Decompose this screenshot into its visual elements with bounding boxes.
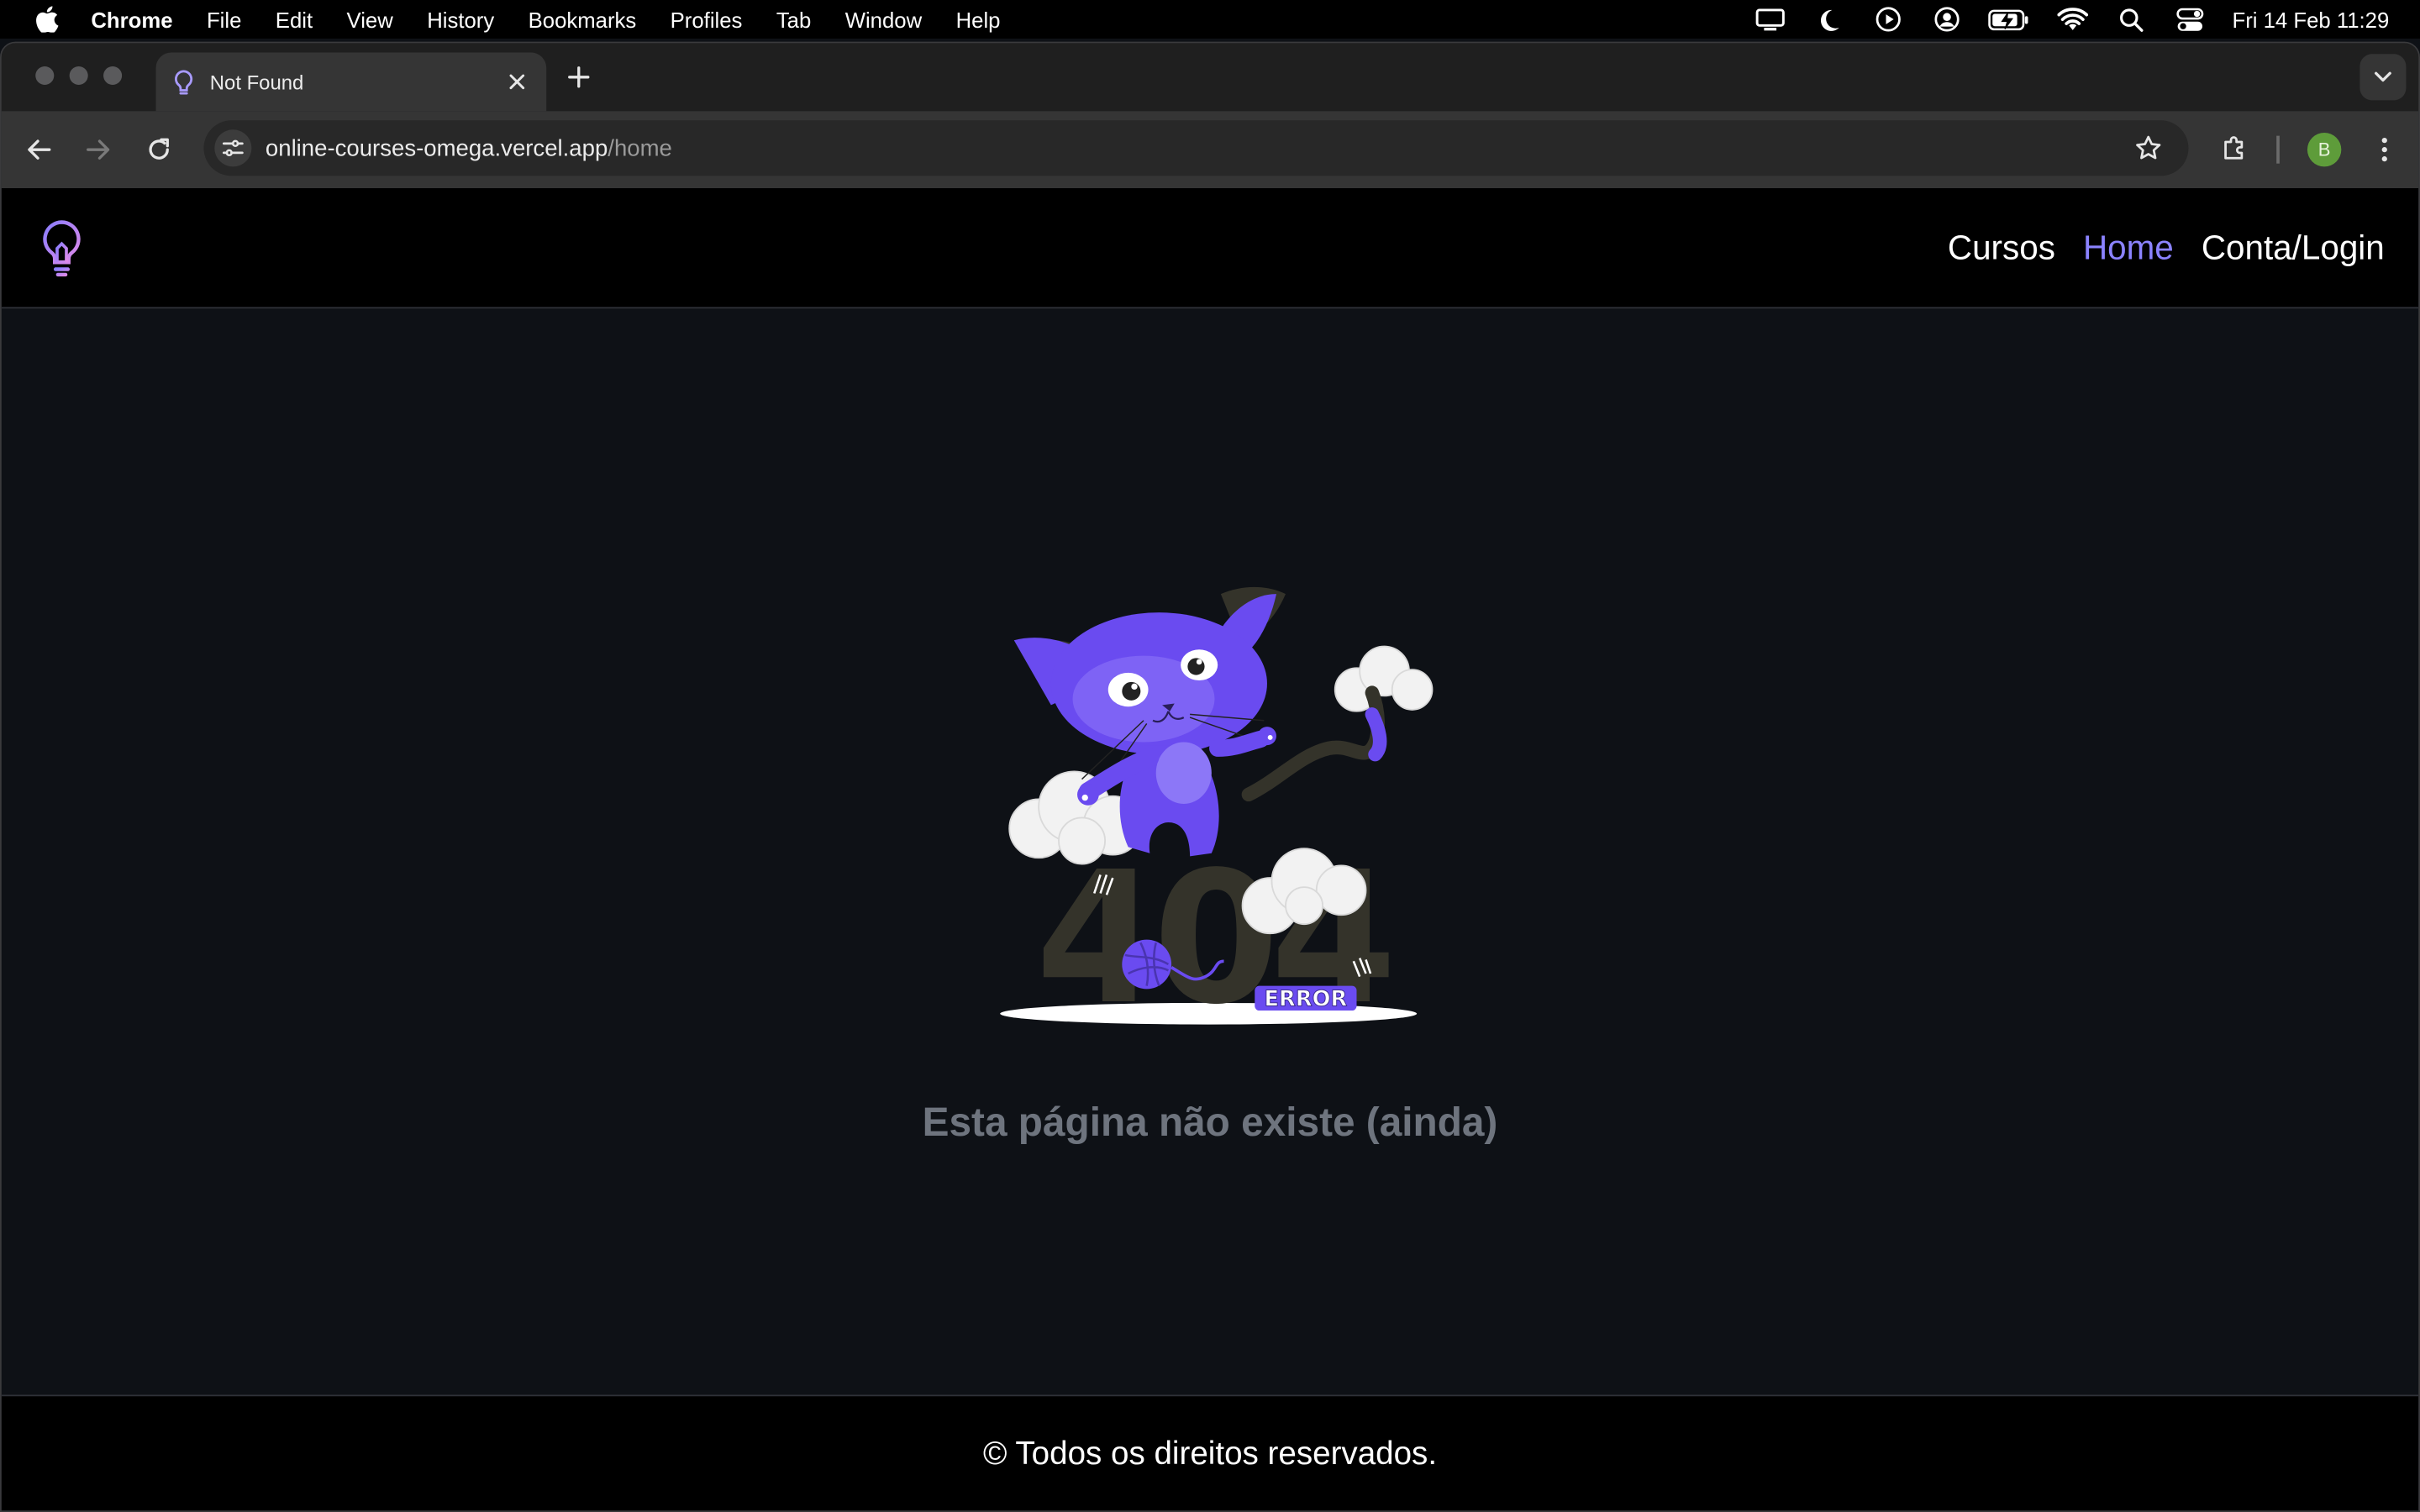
profile-avatar[interactable]: B xyxy=(2307,132,2342,167)
tab-search-chevron-icon[interactable] xyxy=(2360,54,2407,101)
nav-link-home[interactable]: Home xyxy=(2083,228,2174,269)
menu-history[interactable]: History xyxy=(427,7,494,31)
extensions-puzzle-icon[interactable] xyxy=(2217,131,2251,165)
address-bar[interactable]: online-courses-omega.vercel.app/home xyxy=(203,120,2189,176)
tab-title: Not Found xyxy=(209,70,304,94)
browser-window: Not Found online-courses-omega.vercel.ap… xyxy=(0,41,2420,1512)
cat-404-illustration: 404 ERROR xyxy=(1000,586,1434,1034)
battery-charging-icon[interactable] xyxy=(1988,5,2031,33)
menubar-clock[interactable]: Fri 14 Feb 11:29 xyxy=(2232,7,2389,31)
forward-arrow-icon[interactable] xyxy=(81,131,118,168)
menu-help[interactable]: Help xyxy=(956,7,1001,31)
menu-view[interactable]: View xyxy=(347,7,393,31)
menu-bookmarks[interactable]: Bookmarks xyxy=(529,7,637,31)
back-arrow-icon[interactable] xyxy=(20,131,57,168)
wifi-icon[interactable] xyxy=(2056,5,2090,33)
lightbulb-logo-icon[interactable] xyxy=(39,218,85,279)
close-tab-icon[interactable] xyxy=(505,70,529,94)
menu-profiles[interactable]: Profiles xyxy=(671,7,743,31)
url-path: /home xyxy=(608,134,672,161)
display-icon[interactable] xyxy=(1754,5,1787,33)
search-icon[interactable] xyxy=(2115,5,2149,33)
more-menu-icon[interactable] xyxy=(2369,131,2400,168)
site-header: Cursos Home Conta/Login xyxy=(1,188,2419,309)
not-found-main: 404 ERROR Esta página não existe (ainda) xyxy=(2,308,2418,1394)
menu-window[interactable]: Window xyxy=(845,7,922,31)
reload-icon[interactable] xyxy=(140,131,177,168)
control-center-icon[interactable] xyxy=(2174,5,2207,33)
user-circle-icon[interactable] xyxy=(1929,5,1963,33)
new-tab-plus-icon[interactable] xyxy=(563,61,594,92)
play-circle-icon[interactable] xyxy=(1871,5,1905,33)
close-window-button[interactable] xyxy=(35,66,55,86)
url-text: online-courses-omega.vercel.app/home xyxy=(266,135,672,161)
bookmark-star-icon[interactable] xyxy=(2133,133,2164,164)
apple-logo-icon[interactable] xyxy=(34,5,58,33)
site-info-tune-icon[interactable] xyxy=(214,129,252,167)
menu-edit[interactable]: Edit xyxy=(276,7,313,31)
menu-file[interactable]: File xyxy=(207,7,241,31)
moon-icon[interactable] xyxy=(1812,5,1846,33)
minimize-window-button[interactable] xyxy=(69,66,88,86)
site-nav: Cursos Home Conta/Login xyxy=(1920,188,2385,308)
not-found-message: Esta página não existe (ainda) xyxy=(922,1098,1498,1145)
menu-tab[interactable]: Tab xyxy=(776,7,811,31)
zoom-window-button[interactable] xyxy=(103,66,123,86)
browser-toolbar: online-courses-omega.vercel.app/home B xyxy=(1,111,2419,189)
error-badge-text: ERROR xyxy=(1264,987,1347,1012)
nav-link-conta-login[interactable]: Conta/Login xyxy=(2202,228,2385,269)
tab-not-found[interactable]: Not Found xyxy=(155,52,547,112)
url-host: online-courses-omega.vercel.app xyxy=(265,134,608,161)
nav-link-cursos[interactable]: Cursos xyxy=(1948,228,2055,269)
macos-menu-bar: Chrome File Edit View History Bookmarks … xyxy=(0,0,2420,39)
cloud-right xyxy=(1334,645,1434,712)
lightbulb-favicon-icon xyxy=(171,68,196,96)
menu-app-name[interactable]: Chrome xyxy=(91,7,172,31)
tab-strip: Not Found xyxy=(1,43,2419,112)
site-footer: © Todos os direitos reservados. xyxy=(1,1394,2419,1511)
copyright-text: © Todos os direitos reservados. xyxy=(982,1436,1438,1473)
toolbar-divider xyxy=(2276,135,2280,164)
web-page: Cursos Home Conta/Login 404 ERROR Esta p… xyxy=(1,188,2419,1511)
